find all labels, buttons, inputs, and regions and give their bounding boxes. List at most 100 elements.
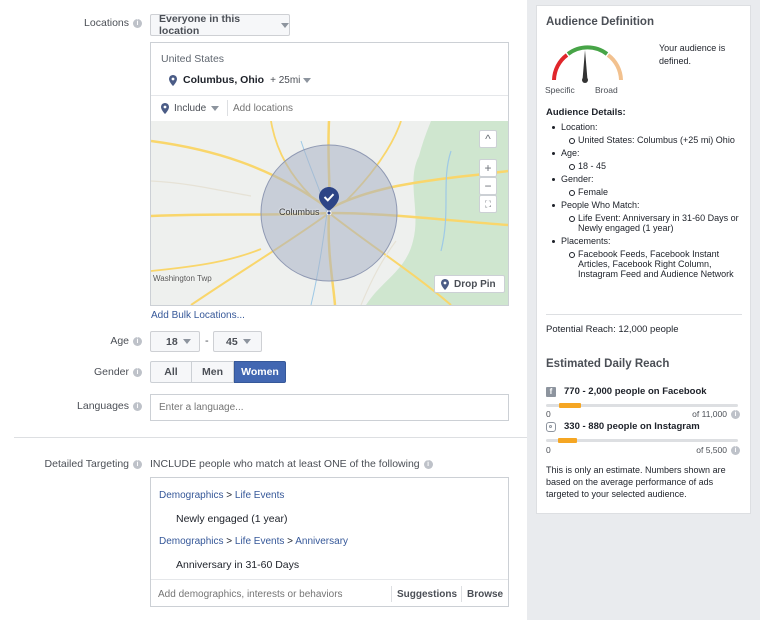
detail-value: Life Event: Anniversary in 31-60 Days or… [569,213,746,233]
breadcrumb-anniversary[interactable]: Anniversary [295,536,348,547]
divider [227,100,228,116]
chevron-down-icon [242,339,251,344]
divider [151,579,508,580]
info-icon[interactable]: i [731,446,740,455]
facebook-reach-row: f 770 - 2,000 people on Facebook [546,386,707,397]
instagram-reach-text: 330 - 880 people on Instagram [564,421,700,432]
age-min-dropdown[interactable]: 18 [150,331,200,352]
breadcrumb-life-events[interactable]: Life Events [235,490,284,501]
info-icon[interactable]: i [133,402,142,411]
detail-value: United States: Columbus (+25 mi) Ohio [569,135,746,145]
breadcrumb-separator: > [226,490,233,501]
plus-icon: + [484,161,492,175]
detail-people-who-match: People Who Match: Life Event: Anniversar… [552,200,746,233]
gender-men-button[interactable]: Men [192,361,234,383]
info-icon[interactable]: i [133,460,142,469]
breadcrumb-demographics[interactable]: Demographics [159,536,223,547]
add-bulk-locations-link[interactable]: Add Bulk Locations... [151,310,245,321]
gender-label: Gender i [0,366,142,378]
chevron-down-icon [211,105,220,111]
breadcrumb: Demographics > Life Events [159,490,284,501]
languages-label: Languages i [0,400,142,412]
facebook-reach-bar [546,403,738,408]
suggestions-button[interactable]: Suggestions [397,589,457,600]
drop-pin-button[interactable]: Drop Pin [434,275,505,293]
instagram-reach-bar [546,438,738,443]
zoom-out-button[interactable]: − [479,177,497,195]
detail-placements: Placements: Facebook Feeds, Facebook Ins… [552,236,746,279]
info-icon[interactable]: i [133,19,142,28]
age-min-value: 18 [166,335,178,348]
age-separator: - [205,335,209,347]
breadcrumb: Demographics > Life Events > Anniversary [159,536,348,547]
selected-location[interactable]: Columbus, Ohio + 25mi [169,74,312,86]
radius-dropdown[interactable]: + 25mi [270,75,300,86]
location-map[interactable]: Columbus Washington Twp ^ + − ⛶ Drop Pin [151,121,508,305]
add-locations-input[interactable] [233,100,493,116]
location-scope-dropdown[interactable]: Everyone in this location [150,13,290,37]
detailed-targeting-box: Demographics > Life Events Newly engaged… [150,477,509,607]
facebook-reach-max: of 11,000 i [692,409,740,419]
expand-icon: ⛶ [484,199,492,209]
info-icon[interactable]: i [133,368,142,377]
audience-details-list: Location: United States: Columbus (+25 m… [552,122,746,282]
chevron-down-icon [182,339,191,344]
age-max-dropdown[interactable]: 45 [213,331,262,352]
breadcrumb-demographics[interactable]: Demographics [159,490,223,501]
facebook-reach-fill [559,403,581,408]
targeting-item[interactable]: Newly engaged (1 year) [176,513,287,525]
divider [546,314,742,315]
map-town-label: Washington Twp [153,274,212,283]
info-icon[interactable]: i [731,410,740,419]
zoom-in-button[interactable]: + [479,159,497,177]
breadcrumb-separator: > [287,536,293,547]
browse-button[interactable]: Browse [467,589,503,600]
map-marker-icon [319,187,339,215]
location-pin-icon [161,102,169,114]
detailed-targeting-label: Detailed Targeting i [0,458,142,470]
age-max-value: 45 [226,335,238,348]
include-label: Include [174,102,207,114]
gauge-specific-label: Specific [545,85,575,95]
city-name: Columbus, Ohio [183,74,265,86]
instagram-reach-row: 330 - 880 people on Instagram [546,421,700,432]
divider [461,586,462,602]
include-dropdown[interactable]: Include [161,101,220,115]
audience-gauge-icon [552,45,623,83]
chevron-down-icon [281,22,289,28]
instagram-icon [546,421,556,432]
info-icon[interactable]: i [423,460,433,469]
minus-icon: − [484,179,492,193]
audience-definition-title: Audience Definition [546,16,654,28]
facebook-icon: f [546,386,556,397]
breadcrumb-life-events[interactable]: Life Events [235,536,284,547]
facebook-reach-text: 770 - 2,000 people on Facebook [564,386,707,397]
divider [391,586,392,602]
country-label: United States [161,53,225,65]
locations-label: Locations i [0,17,142,29]
map-pan-up-button[interactable]: ^ [479,130,497,148]
info-icon[interactable]: i [133,337,142,346]
gender-women-button[interactable]: Women [234,361,286,383]
audience-status: Your audience is defined. [659,43,726,66]
potential-reach: Potential Reach: 12,000 people [546,324,679,335]
fullscreen-button[interactable]: ⛶ [479,195,497,213]
location-pin-icon [441,278,449,290]
location-box: United States Columbus, Ohio + 25mi Incl… [150,42,509,306]
facebook-reach-min: 0 [546,409,551,419]
divider [151,95,508,96]
detail-value: Female [569,187,746,197]
age-label: Age i [0,335,142,347]
gender-all-button[interactable]: All [150,361,192,383]
detailed-targeting-intro: INCLUDE people who match at least ONE of… [150,458,433,470]
instagram-reach-fill [557,438,577,443]
language-input[interactable] [150,394,509,421]
detailed-targeting-input[interactable] [158,586,388,602]
map-city-label: Columbus [279,207,320,217]
detail-value: 18 - 45 [569,161,746,171]
detail-value: Facebook Feeds, Facebook Instant Article… [569,249,746,279]
location-pin-icon [169,74,177,86]
breadcrumb-separator: > [226,536,233,547]
detail-location: Location: United States: Columbus (+25 m… [552,122,746,145]
targeting-item[interactable]: Anniversary in 31-60 Days [176,559,299,571]
